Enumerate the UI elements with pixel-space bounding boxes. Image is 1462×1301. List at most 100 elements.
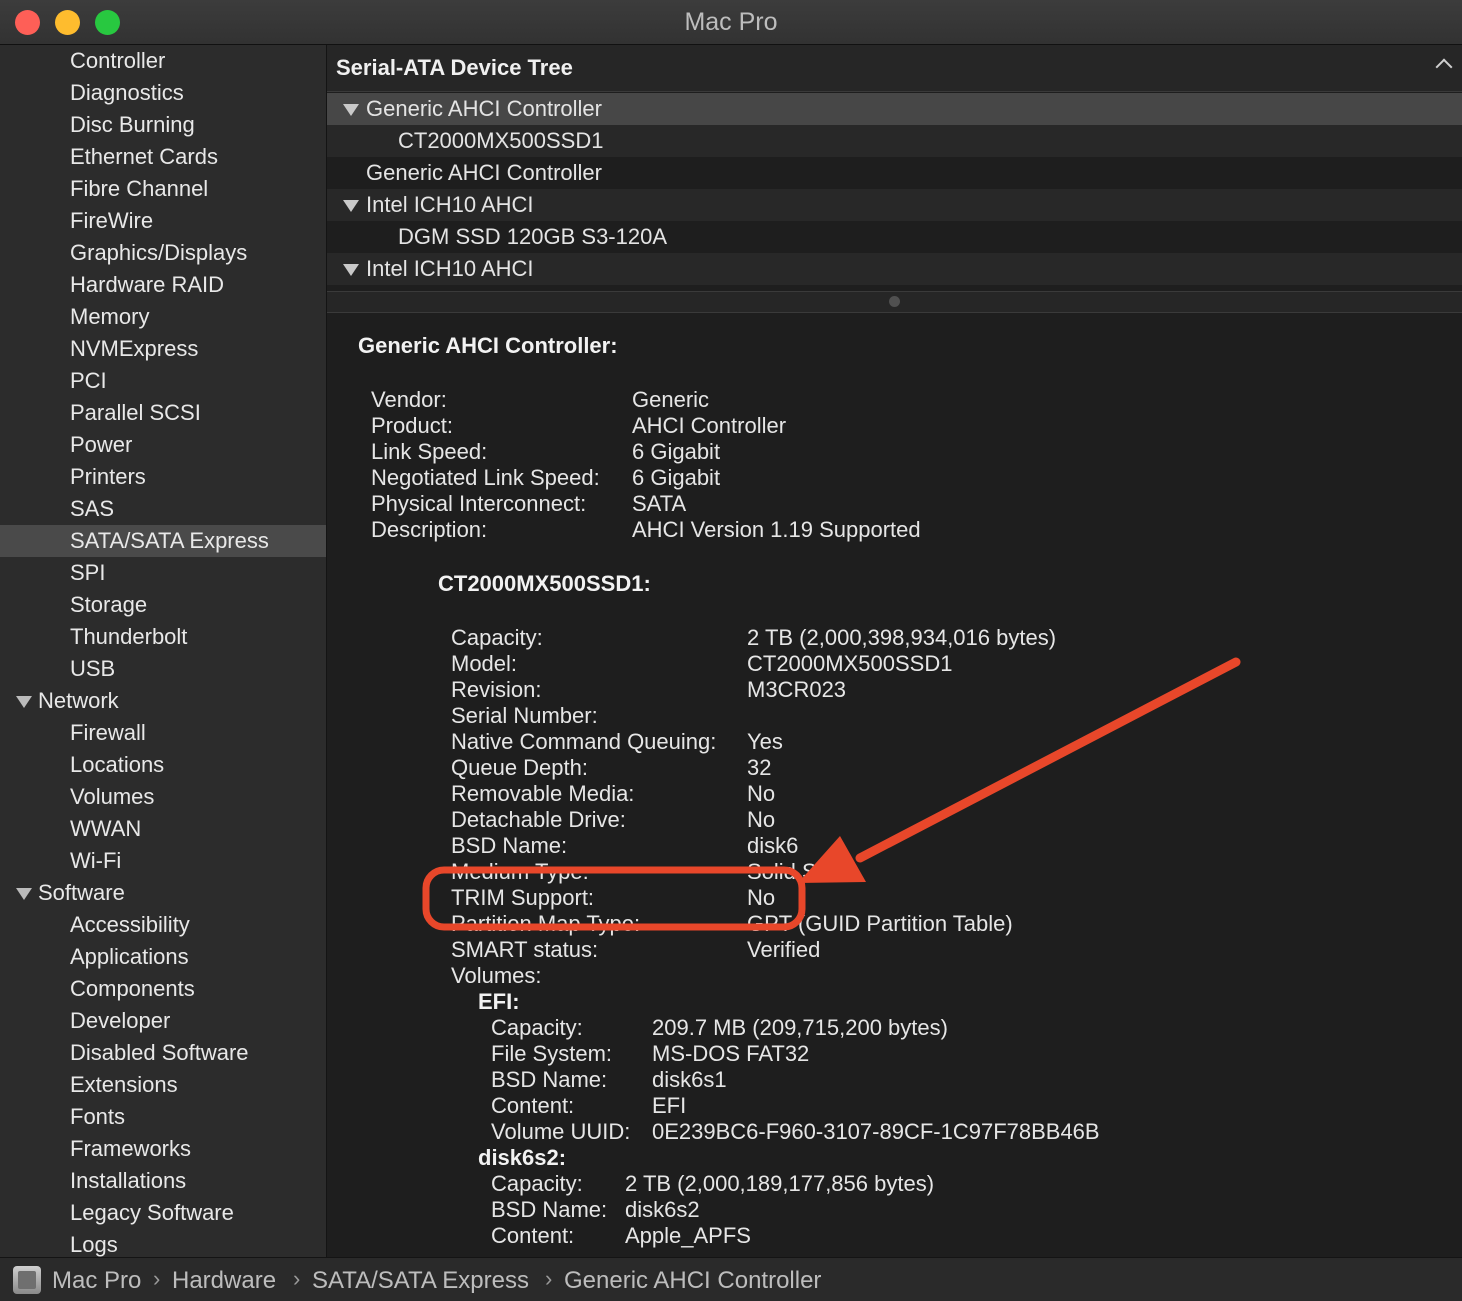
breadcrumb-item[interactable]: SATA/SATA Express [312,1267,529,1295]
device-tree-row-label: CT2000MX500SSD1 [398,128,604,153]
sidebar-item-label: Locations [70,752,165,777]
sidebar-item-label: Legacy Software [70,1200,234,1225]
sidebar-item-fibre-channel[interactable]: Fibre Channel [0,173,326,205]
breadcrumb-item[interactable]: Hardware [172,1267,276,1295]
field-label: Link Speed: [371,439,488,464]
field-value: CT2000MX500SSD1 [747,651,953,676]
sidebar-item-label: Ethernet Cards [70,144,218,169]
sidebar-item-label: USB [70,656,116,681]
sidebar-item-label: Logs [70,1232,118,1257]
disclosure-triangle-icon[interactable] [343,104,359,116]
sidebar-item-disc-burning[interactable]: Disc Burning [0,109,326,141]
sidebar-item-extensions[interactable]: Extensions [0,1069,326,1101]
field-value: 2 TB (2,000,189,177,856 bytes) [625,1171,935,1196]
device-tree-header[interactable]: Serial-ATA Device Tree [327,45,1462,92]
sidebar-item-hardware-raid[interactable]: Hardware RAID [0,269,326,301]
breadcrumb-item[interactable]: Mac Pro [52,1267,141,1295]
device-tree-row[interactable]: Generic AHCI Controller [327,157,1462,189]
sidebar-item-label: FireWire [70,208,154,233]
field-label: Capacity: [451,625,543,650]
chevron-right-icon: › [545,1266,553,1291]
sidebar-item-usb[interactable]: USB [0,653,326,685]
field-label: Description: [371,517,488,542]
disclosure-triangle-icon[interactable] [343,200,359,212]
sidebar-item-software[interactable]: Software [0,877,326,909]
sidebar-item-label: Volumes [70,784,155,809]
sidebar-item-wwan[interactable]: WWAN [0,813,326,845]
sidebar-item-memory[interactable]: Memory [0,301,326,333]
device-tree-row[interactable]: Intel ICH10 AHCI [327,253,1462,285]
disclosure-triangle-icon[interactable] [16,696,32,708]
sidebar-item-storage[interactable]: Storage [0,589,326,621]
sidebar-item-thunderbolt[interactable]: Thunderbolt [0,621,326,653]
field-label: Vendor: [371,387,447,412]
sidebar-item-ethernet-cards[interactable]: Ethernet Cards [0,141,326,173]
sidebar-item-nvmexpress[interactable]: NVMExpress [0,333,326,365]
sidebar-item-disabled-software[interactable]: Disabled Software [0,1037,326,1069]
sidebar-item-pci[interactable]: PCI [0,365,326,397]
sidebar-item-firewire[interactable]: FireWire [0,205,326,237]
field-label: BSD Name: [491,1197,608,1222]
detail-pane: Generic AHCI Controller: Vendor: Generic Pr… [327,311,1462,1257]
sidebar-item-printers[interactable]: Printers [0,461,326,493]
field-label: Queue Depth: [451,755,588,780]
sidebar-item-developer[interactable]: Developer [0,1005,326,1037]
sidebar-item-sata-sata-express[interactable]: SATA/SATA Express [0,525,326,557]
detail-title: Generic AHCI Controller: [358,333,618,358]
sidebar-item-controller[interactable]: Controller [0,45,326,77]
chevron-right-icon: › [293,1266,301,1291]
volume-name: EFI: [478,989,520,1014]
sidebar-item-legacy-software[interactable]: Legacy Software [0,1197,326,1229]
sidebar-item-parallel-scsi[interactable]: Parallel SCSI [0,397,326,429]
field-label: Capacity: [491,1015,583,1040]
sidebar-item-accessibility[interactable]: Accessibility [0,909,326,941]
device-tree-row[interactable]: DGM SSD 120GB S3-120A [327,221,1462,253]
field-label: Serial Number: [451,703,598,728]
breadcrumb-item[interactable]: Generic AHCI Controller [564,1267,821,1295]
field-label: Partition Map Type: [451,911,641,936]
sidebar: Controller Diagnostics Disc Burning Etherne… [0,45,327,1257]
sidebar-item-components[interactable]: Components [0,973,326,1005]
sidebar-item-spi[interactable]: SPI [0,557,326,589]
content-pane: Serial-ATA Device Tree Generic AHCI Cont… [327,45,1462,1257]
sidebar-item-applications[interactable]: Applications [0,941,326,973]
field-value: M3CR023 [747,677,847,702]
field-label: Medium Type: [451,859,589,884]
pane-splitter[interactable] [327,291,1462,313]
sidebar-item-label: Power [70,432,133,457]
sidebar-item-label: Thunderbolt [70,624,188,649]
sidebar-item-installations[interactable]: Installations [0,1165,326,1197]
device-tree-row[interactable]: Intel ICH10 AHCI [327,189,1462,221]
chevron-up-icon[interactable] [1435,58,1453,76]
sidebar-item-logs[interactable]: Logs [0,1229,326,1257]
device-tree-title: Serial-ATA Device Tree [336,55,573,80]
field-label: BSD Name: [491,1067,608,1092]
chevron-right-icon: › [153,1266,161,1291]
disclosure-triangle-icon[interactable] [16,888,32,900]
field-label: Detachable Drive: [451,807,626,832]
sidebar-item-label: Applications [70,944,189,969]
splitter-handle-icon[interactable] [889,296,900,307]
sidebar-item-label: Disabled Software [70,1040,249,1065]
sidebar-item-diagnostics[interactable]: Diagnostics [0,77,326,109]
sidebar-item-label: WWAN [70,816,142,841]
field-value: No [747,781,776,806]
sidebar-item-fonts[interactable]: Fonts [0,1101,326,1133]
device-tree-row[interactable]: Generic AHCI Controller [327,93,1462,125]
sidebar-item-wi-fi[interactable]: Wi-Fi [0,845,326,877]
sidebar-item-locations[interactable]: Locations [0,749,326,781]
field-label: Removable Media: [451,781,635,806]
sidebar-item-frameworks[interactable]: Frameworks [0,1133,326,1165]
sidebar-item-firewall[interactable]: Firewall [0,717,326,749]
sidebar-item-label: Installations [70,1168,187,1193]
sidebar-item-volumes[interactable]: Volumes [0,781,326,813]
sidebar-item-sas[interactable]: SAS [0,493,326,525]
disclosure-triangle-icon[interactable] [343,264,359,276]
field-label: Volume UUID: [491,1119,631,1144]
sidebar-item-power[interactable]: Power [0,429,326,461]
sidebar-item-label: NVMExpress [70,336,199,361]
sidebar-item-graphics-displays[interactable]: Graphics/Displays [0,237,326,269]
sidebar-item-network[interactable]: Network [0,685,326,717]
field-value: AHCI Controller [632,413,787,438]
device-tree-row[interactable]: CT2000MX500SSD1 [327,125,1462,157]
